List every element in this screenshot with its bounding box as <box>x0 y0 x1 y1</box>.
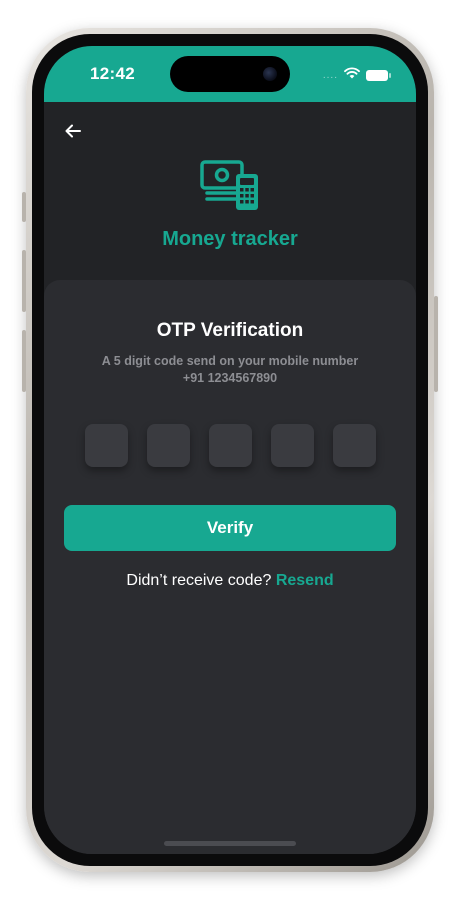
status-icons: .... <box>322 66 391 84</box>
status-time: 12:42 <box>90 64 135 83</box>
app-screen: 12:42 .... Money tracker OTP Verificatio… <box>44 46 416 854</box>
otp-digit-3[interactable] <box>209 424 252 467</box>
volume-down-button <box>22 330 26 392</box>
resend-row: Didn’t receive code? Resend <box>44 572 416 590</box>
otp-title: OTP Verification <box>156 320 304 341</box>
status-bar: 12:42 .... <box>44 46 416 102</box>
wifi-icon <box>344 66 360 84</box>
battery-icon <box>366 69 391 81</box>
money-tracker-logo-icon <box>198 156 262 220</box>
action-button <box>22 192 26 222</box>
resend-link[interactable]: Resend <box>276 572 334 589</box>
arrow-left-icon <box>65 124 81 138</box>
otp-digit-4[interactable] <box>271 424 314 467</box>
camera-icon <box>263 67 277 81</box>
home-indicator[interactable] <box>164 841 296 846</box>
app-title: Money tracker <box>162 228 298 250</box>
otp-subtitle: A 5 digit code send on your mobile numbe… <box>101 354 359 385</box>
otp-digit-5[interactable] <box>333 424 376 467</box>
volume-up-button <box>22 250 26 312</box>
signal-icon: .... <box>322 69 338 81</box>
otp-digit-1[interactable] <box>85 424 128 467</box>
otp-digit-2[interactable] <box>147 424 190 467</box>
power-button <box>434 296 438 392</box>
verify-button[interactable]: Verify <box>64 505 396 551</box>
back-button[interactable] <box>62 120 84 142</box>
dynamic-island <box>170 56 290 92</box>
otp-input-group <box>85 424 376 467</box>
resend-prompt: Didn’t receive code? <box>126 572 272 589</box>
